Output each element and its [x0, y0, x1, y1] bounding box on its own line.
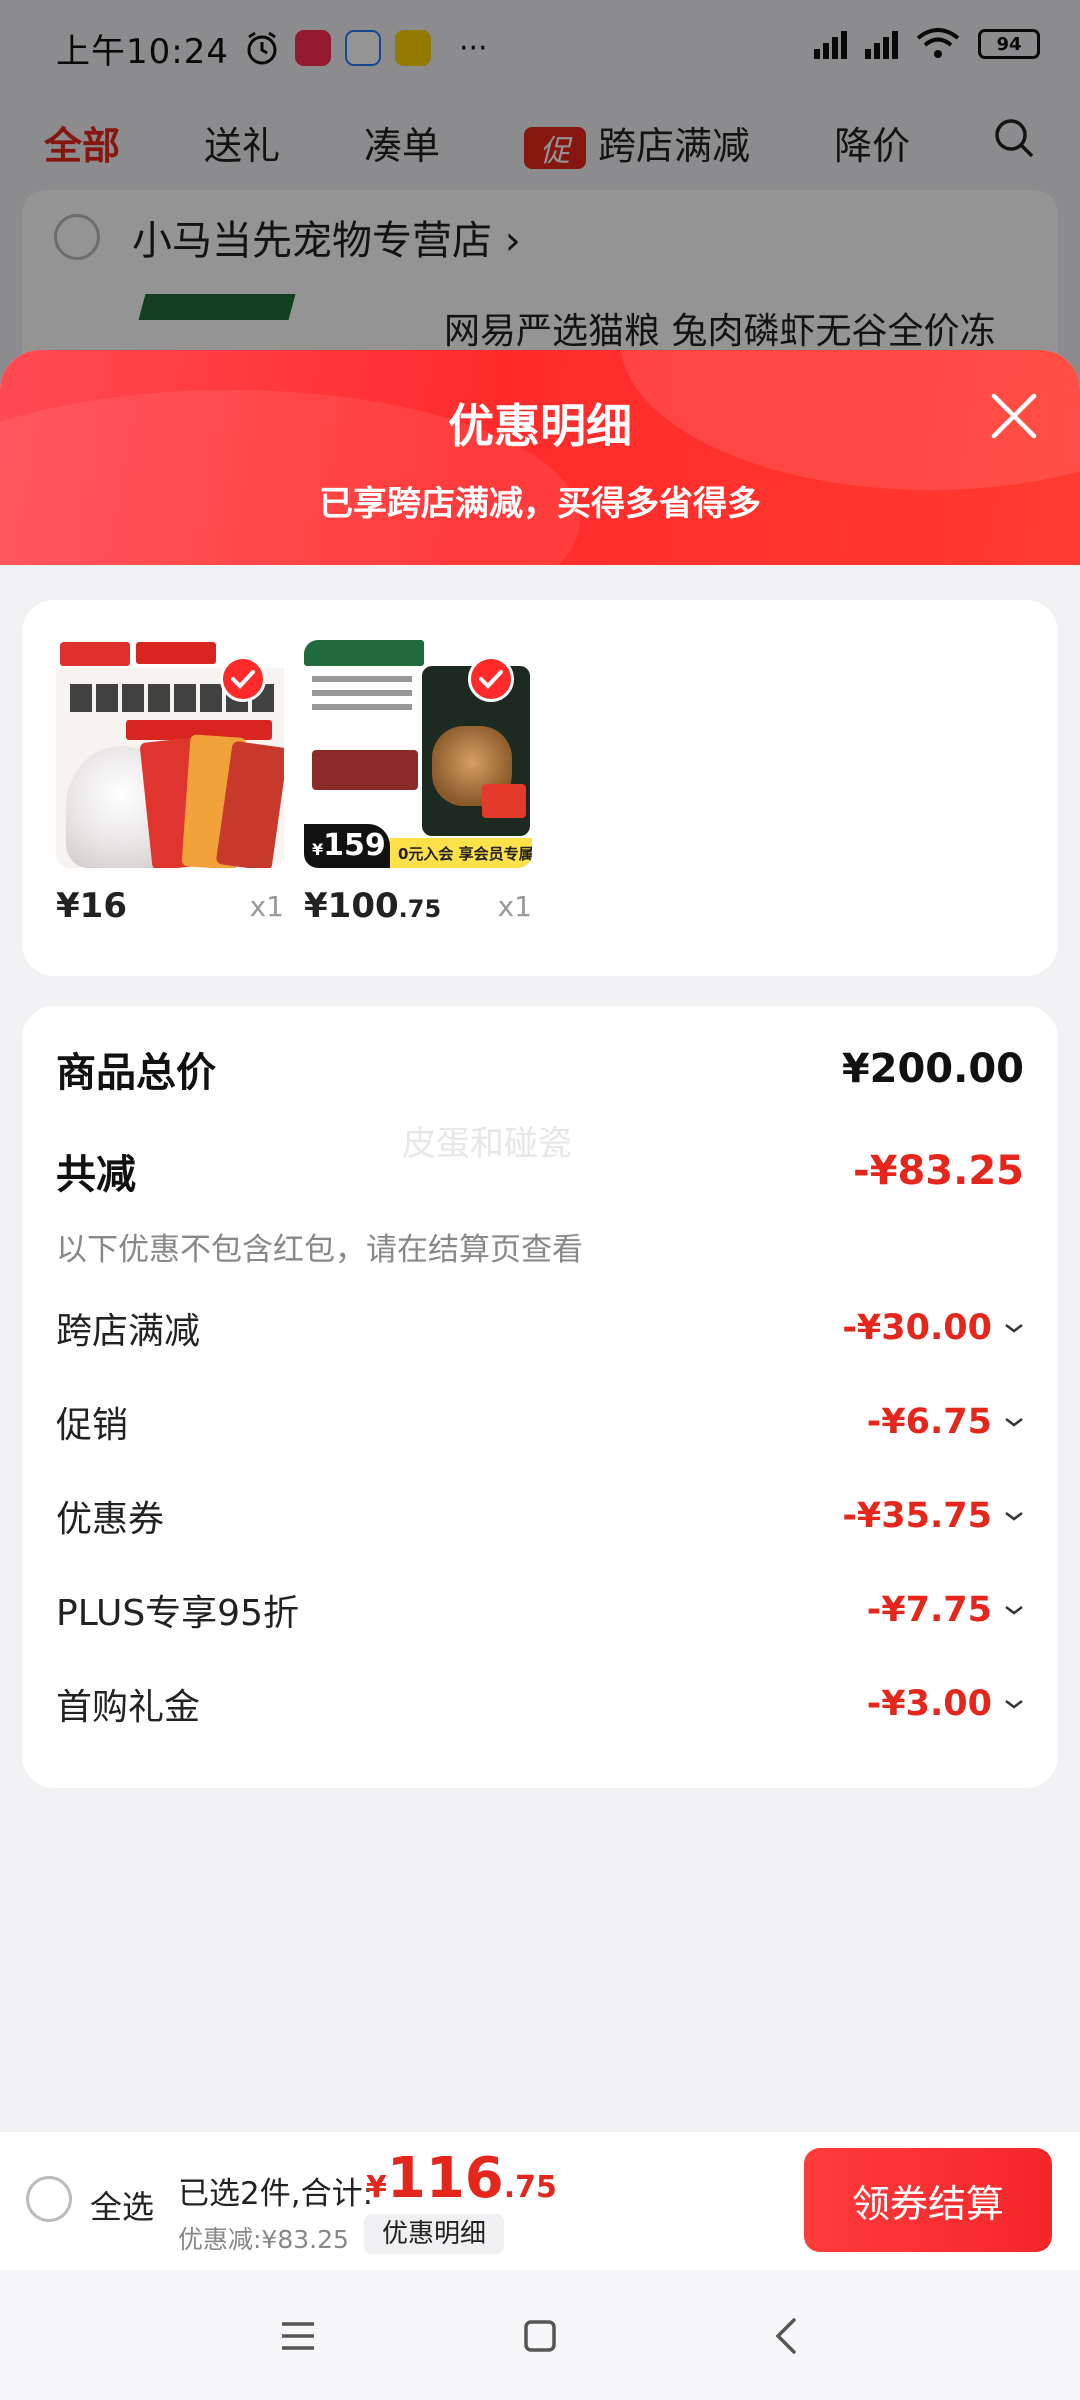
discount-value: -¥7.75: [867, 1590, 1024, 1630]
discount-row-first-purchase[interactable]: 首购礼金 -¥3.00: [56, 1678, 1024, 1730]
discount-detail-button[interactable]: 优惠明细: [364, 2214, 505, 2254]
chevron-down-icon: [1005, 1324, 1023, 1333]
discount-value: -¥3.00: [867, 1684, 1024, 1724]
product-price-1: ¥16: [56, 886, 127, 926]
chevron-down-icon: [1005, 1418, 1023, 1427]
check-icon: [220, 656, 266, 702]
discount-label: 促销: [56, 1405, 129, 1446]
discount-detail-sheet: 优惠明细 已享跨店满减，买得多省得多 ¥16 x1 ¥159 0元入会 享会员专…: [0, 350, 1080, 2400]
product-qty-1: x1: [249, 890, 284, 923]
selected-products-card: ¥16 x1 ¥159 0元入会 享会员专属优惠 ¥100.75 x1: [22, 600, 1058, 976]
discount-row-promotion[interactable]: 促销 -¥6.75: [56, 1396, 1024, 1448]
selected-count-text: 已选2件,合计:: [178, 2176, 374, 2212]
discount-label: 优惠券: [56, 1499, 165, 1540]
discount-label: 跨店满减: [56, 1311, 201, 1352]
total-discount-row: 共减 -¥83.25: [56, 1142, 1024, 1200]
sheet-title: 优惠明细: [448, 399, 632, 453]
discount-row-coupon[interactable]: 优惠券 -¥35.75: [56, 1490, 1024, 1542]
home-icon[interactable]: [514, 2310, 566, 2362]
product-price-2: ¥100.75: [304, 886, 442, 926]
checkout-bar: 全选 已选2件,合计: ¥116.75 优惠减:¥83.25 优惠明细 领券结算: [0, 2132, 1080, 2270]
total-price-label: 商品总价: [56, 1050, 216, 1096]
close-icon[interactable]: [988, 390, 1040, 442]
sheet-subtitle: 已享跨店满减，买得多省得多: [319, 484, 761, 524]
discount-note: 以下优惠不包含红包，请在结算页查看: [56, 1232, 583, 1268]
total-discount-value: -¥83.25: [853, 1148, 1024, 1194]
chevron-down-icon: [1005, 1606, 1023, 1615]
discount-label: 首购礼金: [56, 1687, 201, 1728]
discount-row-cross-store[interactable]: 跨店满减 -¥30.00: [56, 1302, 1024, 1354]
price-summary-card: 商品总价 ¥200.00 皮蛋和碰瓷 共减 -¥83.25 以下优惠不包含红包，…: [22, 1006, 1058, 1788]
saved-amount-text: 优惠减:¥83.25: [178, 2225, 349, 2254]
select-all-label[interactable]: 全选: [90, 2182, 154, 2228]
total-price-value: ¥200.00: [841, 1046, 1024, 1092]
discount-label: PLUS专享95折: [56, 1593, 299, 1634]
total-price-row: 商品总价 ¥200.00: [56, 1040, 1024, 1098]
check-icon: [468, 656, 514, 702]
member-promo-text: 0元入会 享会员专属优惠: [398, 845, 532, 863]
reference-price-badge: ¥159: [304, 824, 390, 868]
discount-value: -¥35.75: [842, 1496, 1024, 1536]
product-item-2[interactable]: ¥159 0元入会 享会员专属优惠 ¥100.75 x1: [304, 640, 532, 930]
product-qty-2: x1: [497, 890, 532, 923]
menu-icon[interactable]: [272, 2310, 324, 2362]
sheet-header: 优惠明细 已享跨店满减，买得多省得多: [0, 350, 1080, 565]
discount-row-plus[interactable]: PLUS专享95折 -¥7.75: [56, 1584, 1024, 1636]
discount-value: -¥30.00: [842, 1308, 1024, 1348]
select-all-radio[interactable]: [26, 2176, 72, 2222]
total-discount-label: 共减: [56, 1152, 136, 1198]
checkout-button[interactable]: 领券结算: [804, 2148, 1052, 2252]
chevron-down-icon: [1005, 1700, 1023, 1709]
system-nav-bar: [0, 2270, 1080, 2400]
total-amount: ¥116.75: [366, 2146, 557, 2211]
discount-value: -¥6.75: [867, 1402, 1024, 1442]
back-icon[interactable]: [762, 2310, 814, 2362]
product-item-1[interactable]: ¥16 x1: [56, 640, 284, 930]
chevron-down-icon: [1005, 1512, 1023, 1521]
